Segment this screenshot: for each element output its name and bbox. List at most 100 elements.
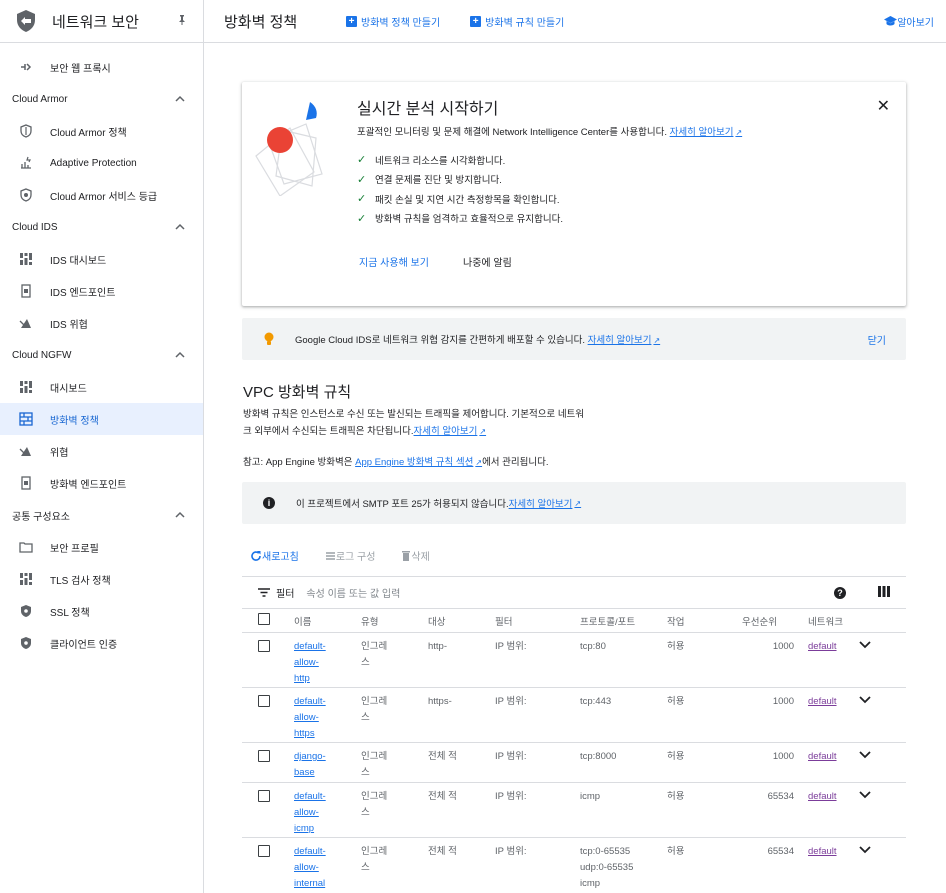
sidebar-item-label: 대시보드 <box>50 383 87 395</box>
rule-name-link[interactable]: base <box>294 767 315 778</box>
sidebar-item-cloud-armor-tier[interactable]: Cloud Armor 서비스 등급 <box>0 179 203 211</box>
dismiss-button[interactable]: 닫기 <box>868 332 886 347</box>
sidebar-item-ids-dashboard[interactable]: IDS 대시보드 <box>0 243 203 275</box>
rule-network-cell: default <box>808 632 906 688</box>
column-header[interactable]: 우선순위 <box>742 608 808 633</box>
column-display-icon[interactable] <box>878 585 890 600</box>
section-common-components[interactable]: 공통 구성요소 <box>0 499 203 531</box>
delete-button[interactable]: 삭제 <box>401 548 430 563</box>
expand-row-chevron-down-icon[interactable] <box>858 694 871 710</box>
rule-target-cell: 전체 적 <box>428 742 495 783</box>
sidebar-item-client-auth[interactable]: 클라이언트 인증 <box>0 627 203 659</box>
expand-row-chevron-down-icon[interactable] <box>858 749 871 765</box>
vpc-desc-line2: 크 외부에서 수신되는 트래픽은 차단됩니다. <box>243 426 414 437</box>
rule-type-text: 인그레 <box>361 696 388 707</box>
row-checkbox[interactable] <box>258 640 270 652</box>
network-link[interactable]: default <box>808 696 837 707</box>
network-link[interactable]: default <box>808 791 837 802</box>
column-header[interactable]: 대상 <box>428 608 495 633</box>
row-checkbox[interactable] <box>258 695 270 707</box>
main-content: 실시간 분석 시작하기 포괄적인 모니터링 및 문제 해결에 Network I… <box>204 44 946 893</box>
create-firewall-policy-button[interactable]: + 방화벽 정책 만들기 <box>346 14 440 29</box>
bug-icon <box>18 315 34 331</box>
rule-priority-cell: 1000 <box>742 742 808 783</box>
close-icon[interactable]: ✕ <box>877 96 890 116</box>
column-header[interactable]: 유형 <box>361 608 428 633</box>
app-engine-rules-link[interactable]: App Engine 방화벽 규칙 섹션 <box>355 457 473 468</box>
try-now-button[interactable]: 지금 사용해 보기 <box>359 254 429 269</box>
sidebar-item-ids-threats[interactable]: IDS 위협 <box>0 307 203 339</box>
column-header[interactable]: 이름 <box>294 608 361 633</box>
rule-name-link[interactable]: allow- <box>294 657 319 668</box>
rule-name-link[interactable]: default- <box>294 846 326 857</box>
sidebar-item-label: IDS 위협 <box>50 319 88 331</box>
sidebar-item-secure-web-proxy[interactable]: 보안 웹 프록시 <box>0 51 203 83</box>
row-checkbox[interactable] <box>258 790 270 802</box>
sidebar-item-firewall-endpoints[interactable]: 방화벽 엔드포인트 <box>0 467 203 499</box>
rule-protocol-cell: icmp <box>580 782 667 838</box>
refresh-button[interactable]: 새로고침 <box>250 548 299 563</box>
column-header[interactable]: 작업 <box>667 608 742 633</box>
rule-name-link[interactable]: django- <box>294 751 326 762</box>
sidebar-item-tls-inspection[interactable]: TLS 검사 정책 <box>0 563 203 595</box>
lightbulb-icon <box>264 332 274 345</box>
expand-row-chevron-down-icon[interactable] <box>858 789 871 805</box>
rule-name-link[interactable]: default- <box>294 696 326 707</box>
rule-name-link[interactable]: default- <box>294 641 326 652</box>
expand-row-chevron-down-icon[interactable] <box>858 639 871 655</box>
rule-name-link[interactable]: icmp <box>294 823 314 834</box>
rule-type-text: 스 <box>361 767 370 778</box>
chevron-up-icon <box>175 223 185 230</box>
sidebar-item-firewall-policies[interactable]: 방화벽 정책 <box>0 403 203 435</box>
network-link[interactable]: default <box>808 641 837 652</box>
sidebar-item-label: 방화벽 정책 <box>50 415 99 427</box>
section-cloud-armor[interactable]: Cloud Armor <box>0 83 203 115</box>
network-link[interactable]: default <box>808 751 837 762</box>
table-row[interactable]: default-allow-http 인그레 스 http- IP 범위: tcp:80 허… <box>242 632 906 688</box>
table-row[interactable]: default-allow-internal 인그레 스 전체 적 IP 범위: tcp:… <box>242 837 906 893</box>
table-row[interactable]: default-allow-icmp 인그레 스 전체 적 IP 범위: icmp 허용 65… <box>242 782 906 838</box>
expand-row-chevron-down-icon[interactable] <box>858 844 871 860</box>
rule-name-link[interactable]: allow- <box>294 807 319 818</box>
sidebar-item-threats[interactable]: 위협 <box>0 435 203 467</box>
log-config-button[interactable]: 로그 구성 <box>325 548 375 563</box>
help-icon[interactable]: ? <box>834 586 846 599</box>
sidebar-item-ids-endpoints[interactable]: IDS 엔드포인트 <box>0 275 203 307</box>
sidebar-item-cloud-armor-policy[interactable]: Cloud Armor 정책 <box>0 115 203 147</box>
rule-name-link[interactable]: http <box>294 673 310 684</box>
section-cloud-ngfw[interactable]: Cloud NGFW <box>0 339 203 371</box>
ids-banner-message: Google Cloud IDS로 네트워크 위협 감지를 간편하게 배포할 수… <box>295 335 585 346</box>
rule-name-link[interactable]: internal <box>294 878 325 889</box>
network-link[interactable]: default <box>808 846 837 857</box>
table-header-row: 이름 유형 대상 필터 프로토콜/포트 작업 우선순위 네트워크 <box>242 608 906 633</box>
remind-later-button[interactable]: 나중에 알림 <box>463 254 512 269</box>
select-all-checkbox[interactable] <box>258 613 270 625</box>
row-checkbox[interactable] <box>258 845 270 857</box>
sidebar-item-ngfw-dashboard[interactable]: 대시보드 <box>0 371 203 403</box>
vpc-learn-more-link[interactable]: 자세히 알아보기 <box>414 426 478 437</box>
sidebar-item-security-profiles[interactable]: 보안 프로필 <box>0 531 203 563</box>
filter-input[interactable]: 속성 이름 또는 값 입력 <box>306 585 834 600</box>
pin-icon[interactable] <box>175 14 189 28</box>
plus-icon: + <box>346 15 357 27</box>
rule-name-link[interactable]: https <box>294 728 315 739</box>
sidebar-item-adaptive-protection[interactable]: Adaptive Protection <box>0 147 203 179</box>
smtp-learn-more-link[interactable]: 자세히 알아보기 <box>509 496 573 510</box>
column-header[interactable]: 필터 <box>495 608 580 633</box>
row-checkbox[interactable] <box>258 750 270 762</box>
column-header[interactable]: 네트워크 <box>808 608 906 633</box>
rule-name-link[interactable]: default- <box>294 791 326 802</box>
sidebar-item-label: TLS 검사 정책 <box>50 575 111 587</box>
learn-button[interactable]: 알아보기 <box>884 14 934 29</box>
table-row[interactable]: django-base 인그레 스 전체 적 IP 범위: tcp:8000 허용 1000 d… <box>242 742 906 783</box>
rule-name-link[interactable]: allow- <box>294 712 319 723</box>
table-row[interactable]: default-allow-https 인그레 스 https- IP 범위: tcp:4… <box>242 687 906 743</box>
ids-learn-more-link[interactable]: 자세히 알아보기 <box>588 335 652 346</box>
rule-name-link[interactable]: allow- <box>294 862 319 873</box>
section-cloud-ids[interactable]: Cloud IDS <box>0 211 203 243</box>
sidebar-item-ssl-policies[interactable]: SSL 정책 <box>0 595 203 627</box>
column-header[interactable]: 프로토콜/포트 <box>580 608 667 633</box>
create-firewall-rule-button[interactable]: + 방화벽 규칙 만들기 <box>470 14 564 29</box>
card-learn-more-link[interactable]: 자세히 알아보기 <box>670 127 734 138</box>
filter-button[interactable]: 필터 <box>258 585 294 600</box>
